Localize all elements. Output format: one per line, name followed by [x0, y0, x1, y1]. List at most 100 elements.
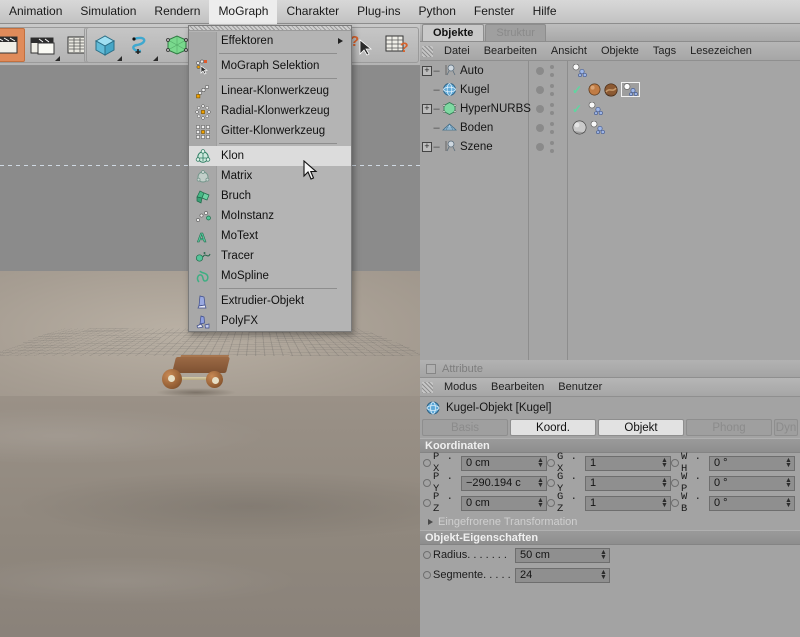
coord-input-position[interactable]: −290.194 c ▲ ▼ [461, 475, 547, 491]
spinner-icon[interactable]: ▲ ▼ [660, 477, 669, 489]
tab-objekte[interactable]: Objekte [422, 24, 485, 41]
visibility-dots[interactable] [536, 121, 566, 135]
menu-item-radial-klonwerkzeug[interactable]: Radial-Klonwerkzeug [189, 101, 351, 121]
coord-input-position[interactable]: 0 cm ▲ ▼ [461, 455, 547, 471]
tab-struktur[interactable]: Struktur [485, 24, 546, 41]
editor-visibility-dot[interactable] [536, 105, 544, 113]
panel-grip-icon[interactable] [422, 381, 433, 393]
panel-grip-icon[interactable] [422, 45, 433, 57]
coord-input-rotation[interactable]: 0 ° ▲ ▼ [709, 495, 795, 511]
menu-item-motext[interactable]: A MoText [189, 226, 351, 246]
coord-input-scale[interactable]: 1 ▲ ▼ [585, 475, 671, 491]
render-visibility-dot-bottom[interactable] [550, 111, 554, 115]
coord-input-rotation[interactable]: 0 ° ▲ ▼ [709, 455, 795, 471]
visibility-dots[interactable] [536, 140, 566, 154]
coord-radio-rotation[interactable] [671, 459, 679, 467]
render-visibility-dot-top[interactable] [550, 103, 554, 107]
spinner-icon[interactable]: ▲ ▼ [784, 457, 793, 469]
coord-radio-rotation[interactable] [671, 479, 679, 487]
property-input[interactable]: 24 ▲ ▼ [515, 567, 610, 583]
menu-item-extrudier-objekt[interactable]: Extrudier-Objekt [189, 291, 351, 311]
spinner-icon[interactable]: ▲ ▼ [536, 457, 545, 469]
attr-menu-modus[interactable]: Modus [437, 381, 484, 393]
spinner-icon[interactable]: ▲ ▼ [784, 477, 793, 489]
expand-toggle-icon[interactable]: + [422, 103, 432, 114]
spinner-icon[interactable]: ▲ ▼ [536, 497, 545, 509]
render-visibility-dot-bottom[interactable] [550, 92, 554, 96]
menu-item-klon[interactable]: Klon [189, 146, 351, 166]
om-menu-bearbeiten[interactable]: Bearbeiten [477, 45, 544, 57]
spinner-icon[interactable]: ▲ ▼ [660, 457, 669, 469]
render-visibility-dot-top[interactable] [550, 141, 554, 145]
object-row[interactable]: + – Auto [420, 61, 800, 80]
coord-radio-scale[interactable] [547, 479, 555, 487]
help-table-button[interactable]: ? [380, 28, 416, 62]
cube-primitive-button[interactable] [87, 28, 123, 62]
render-visibility-dot-top[interactable] [550, 65, 554, 69]
object-manager[interactable]: + – Auto – Kugel ✓ + – HyperNURBS ✓ – Boden + – Szene [420, 61, 800, 372]
mograph-tag[interactable] [572, 64, 587, 77]
mograph-tag-selected[interactable] [621, 82, 640, 97]
render-region-button[interactable] [25, 28, 61, 62]
spinner-icon[interactable]: ▲ ▼ [784, 497, 793, 509]
attr-tab-objekt[interactable]: Objekt [598, 419, 684, 436]
editor-visibility-dot[interactable] [536, 67, 544, 75]
property-input[interactable]: 50 cm ▲ ▼ [515, 547, 610, 563]
menubar-item-plug-ins[interactable]: Plug-ins [348, 0, 409, 24]
attr-tab-basis[interactable]: Basis [422, 419, 508, 436]
coord-radio-position[interactable] [423, 479, 431, 487]
render-visibility-dot-top[interactable] [550, 122, 554, 126]
menubar-item-fenster[interactable]: Fenster [465, 0, 524, 24]
material-tag[interactable] [588, 83, 601, 96]
attribute-lock-icon[interactable] [426, 363, 436, 374]
menu-item-linear-klonwerkzeug[interactable]: Linear-Klonwerkzeug [189, 81, 351, 101]
om-menu-tags[interactable]: Tags [646, 45, 683, 57]
menubar-item-rendern[interactable]: Rendern [145, 0, 209, 24]
render-visibility-dot-bottom[interactable] [550, 149, 554, 153]
eingefrorene-transformation-disclosure[interactable]: Eingefrorene Transformation [420, 513, 800, 530]
menubar-item-hilfe[interactable]: Hilfe [524, 0, 566, 24]
attr-tab-koord[interactable]: Koord. [510, 419, 596, 436]
menu-item-bruch[interactable]: Bruch [189, 186, 351, 206]
attr-menu-bearbeiten[interactable]: Bearbeiten [484, 381, 551, 393]
expand-toggle-icon[interactable]: + [422, 65, 432, 76]
attr-menu-benutzer[interactable]: Benutzer [551, 381, 609, 393]
om-menu-lesezeichen[interactable]: Lesezeichen [683, 45, 759, 57]
om-menu-ansicht[interactable]: Ansicht [544, 45, 594, 57]
visibility-dots[interactable] [536, 83, 566, 97]
menu-item-effektoren[interactable]: Effektoren [189, 31, 351, 51]
object-row[interactable]: + – Szene [420, 137, 800, 156]
visibility-dots[interactable] [536, 64, 566, 78]
menu-item-matrix[interactable]: Matrix [189, 166, 351, 186]
render-view-button[interactable] [0, 28, 25, 62]
menu-item-mospline[interactable]: MoSpline [189, 266, 351, 286]
expand-toggle-icon[interactable]: + [422, 141, 432, 152]
coord-radio-position[interactable] [423, 499, 431, 507]
property-radio[interactable] [423, 551, 431, 559]
mograph-tag[interactable] [590, 121, 605, 134]
mograph-dropdown-menu[interactable]: Effektoren MoGraph Selektion Linear-Klonwe… [188, 25, 352, 332]
coord-input-position[interactable]: 0 cm ▲ ▼ [461, 495, 547, 511]
material-tag-2[interactable] [604, 82, 618, 97]
coord-input-rotation[interactable]: 0 ° ▲ ▼ [709, 475, 795, 491]
menubar-item-charakter[interactable]: Charakter [277, 0, 348, 24]
menu-item-polyfx[interactable]: PolyFX [189, 311, 351, 331]
editor-visibility-dot[interactable] [536, 124, 544, 132]
spinner-icon[interactable]: ▲ ▼ [599, 569, 608, 581]
attr-tab-phong[interactable]: Phong [686, 419, 772, 436]
menu-item-tracer[interactable]: Tracer [189, 246, 351, 266]
attr-tab-dyn[interactable]: Dyn [774, 419, 798, 436]
spinner-icon[interactable]: ▲ ▼ [536, 477, 545, 489]
menu-item-moinstanz[interactable]: MoInstanz [189, 206, 351, 226]
render-visibility-dot-bottom[interactable] [550, 130, 554, 134]
visibility-dots[interactable] [536, 102, 566, 116]
material-tag-gray[interactable] [572, 120, 587, 135]
object-row[interactable]: – Boden [420, 118, 800, 137]
coord-radio-scale[interactable] [547, 499, 555, 507]
menubar-item-animation[interactable]: Animation [0, 0, 71, 24]
object-row[interactable]: – Kugel ✓ [420, 80, 800, 99]
render-visibility-dot-bottom[interactable] [550, 73, 554, 77]
mograph-tag[interactable] [588, 102, 603, 115]
objekt-eigenschaften-group-header[interactable]: Objekt-Eigenschaften [420, 530, 800, 545]
editor-visibility-dot[interactable] [536, 143, 544, 151]
